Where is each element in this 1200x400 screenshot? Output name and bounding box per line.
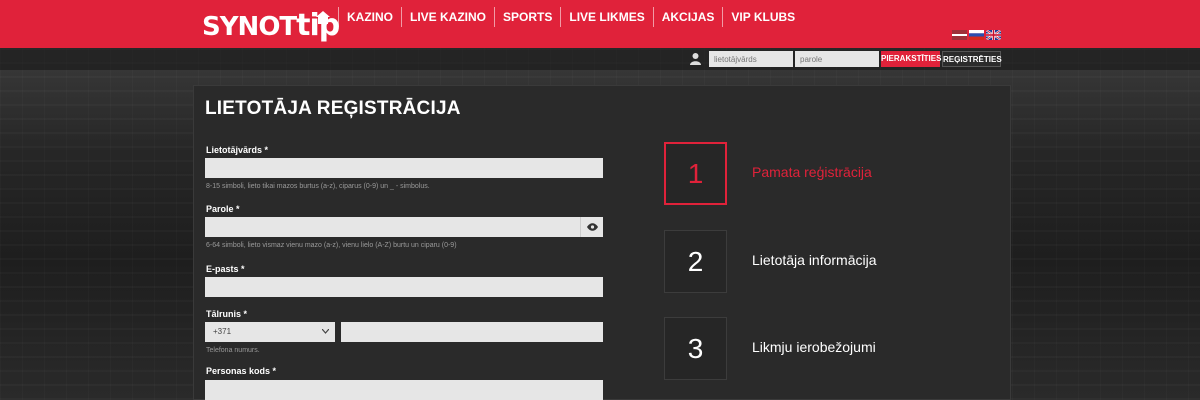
login-password-input[interactable] [795,51,879,67]
step-3-label: Likmju ierobežojumi [752,339,876,355]
email-label: E-pasts * [206,264,245,274]
language-switcher [952,30,1001,40]
step-2-label: Lietotāja informācija [752,252,877,268]
nav-sports[interactable]: SPORTS [495,7,562,27]
username-label: Lietotājvārds * [206,145,269,155]
step-1-label: Pamata reģistrācija [752,164,872,180]
password-label: Parole * [206,204,240,214]
nav-live-likmes[interactable]: LIVE LIKMES [561,7,654,27]
page-title: LIETOTĀJA REĢISTRĀCIJA [205,98,461,119]
step-2-box: 2 [664,230,727,293]
uk-flag-icon[interactable] [986,30,1001,40]
top-bar: SYNOTtip KAZINO LIVE KAZINO SPORTS LIVE … [0,0,1200,48]
username-hint: 8-15 simboli, lieto tikai mazos burtus (… [206,183,430,190]
phone-hint: Telefona numurs. [206,347,260,354]
nav-vip-klubs[interactable]: VIP KLUBS [723,7,803,27]
email-field[interactable] [205,277,603,297]
phone-number-field[interactable] [341,322,603,342]
personal-code-label: Personas kods * [206,366,277,376]
main-nav: KAZINO LIVE KAZINO SPORTS LIVE LIKMES AK… [308,7,803,27]
login-strip [0,48,1200,70]
username-field[interactable] [205,158,603,178]
register-button[interactable]: REĢISTRĒTIES [942,51,1002,67]
phone-label: Tālrunis * [206,309,248,319]
nav-kazino[interactable]: KAZINO [339,7,402,27]
login-username-input[interactable] [709,51,793,67]
password-field[interactable] [205,217,580,237]
show-password-toggle[interactable] [580,217,603,237]
password-hint: 6-64 simboli, lieto vismaz vienu mazo (a… [206,242,457,249]
chevron-down-icon [322,329,329,334]
user-icon [690,53,701,65]
phone-code-value: +371 [213,327,232,336]
personal-code-field[interactable] [205,380,603,400]
home-icon [316,11,330,25]
russian-flag-icon[interactable] [969,30,984,40]
latvian-flag-icon[interactable] [952,30,967,40]
eye-icon [587,223,598,231]
step-3-box: 3 [664,317,727,380]
nav-home[interactable] [308,7,339,27]
phone-code-select[interactable]: +371 [205,322,335,342]
nav-live-kazino[interactable]: LIVE KAZINO [402,7,496,27]
login-button[interactable]: PIERAKSTĪTIES [881,51,941,67]
step-1-box: 1 [664,142,727,205]
nav-akcijas[interactable]: AKCIJAS [654,7,724,27]
registration-panel: LIETOTĀJA REĢISTRĀCIJA Lietotājvārds * 8… [193,85,1011,400]
logo-main-text: SYNOT [202,12,297,42]
